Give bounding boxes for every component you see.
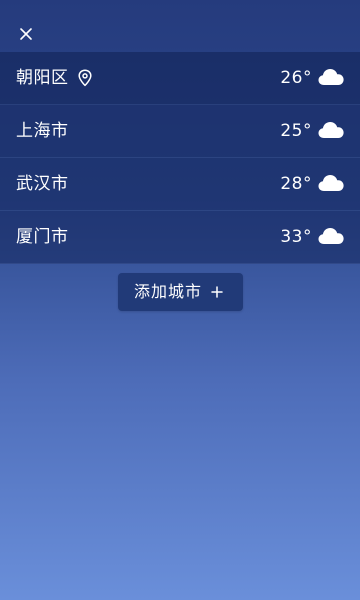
cloud-icon	[318, 175, 344, 191]
city-row-xiamen[interactable]: 厦门市 33°	[0, 211, 360, 264]
cloud-icon	[318, 69, 344, 85]
temperature: 33°	[280, 227, 312, 247]
city-row-shanghai[interactable]: 上海市 25°	[0, 105, 360, 158]
top-bar	[0, 0, 360, 52]
temperature: 26°	[280, 68, 312, 88]
city-name: 上海市	[16, 121, 69, 141]
location-pin-icon	[78, 69, 92, 87]
close-button[interactable]	[13, 21, 39, 47]
city-name: 武汉市	[16, 174, 69, 194]
city-name: 朝阳区	[16, 68, 69, 88]
cloud-icon	[318, 122, 344, 138]
cloud-icon	[318, 228, 344, 244]
temperature: 25°	[280, 121, 312, 141]
city-row-chaoyang[interactable]: 朝阳区 26°	[0, 52, 360, 105]
close-icon	[20, 28, 32, 40]
add-city-label: 添加城市	[134, 282, 203, 301]
city-name: 厦门市	[16, 227, 69, 247]
city-row-wuhan[interactable]: 武汉市 28°	[0, 158, 360, 211]
plus-icon	[211, 286, 223, 298]
add-city-button[interactable]: 添加城市	[118, 273, 243, 311]
temperature: 28°	[280, 174, 312, 194]
city-list: 朝阳区 26° 上海市 25° 武汉市 28° 厦门市 33°	[0, 52, 360, 264]
